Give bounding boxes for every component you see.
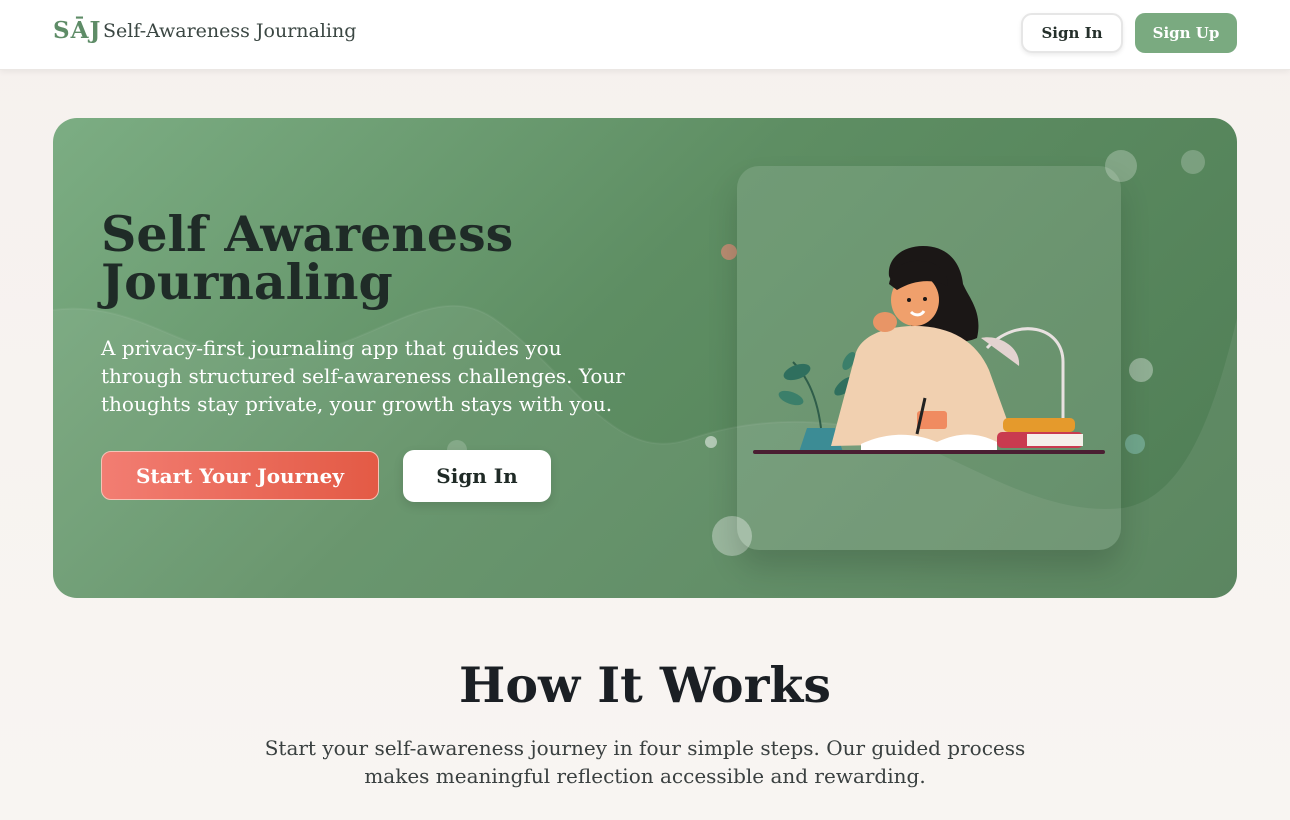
app-name: Self-Awareness Journaling xyxy=(103,20,357,42)
hero-sign-in-button[interactable]: Sign In xyxy=(403,450,551,502)
sign-up-button[interactable]: Sign Up xyxy=(1135,13,1237,53)
logo[interactable]: SĀJ xyxy=(53,17,101,44)
hero-description: A privacy-first journaling app that guid… xyxy=(101,336,625,416)
how-it-works-description: Start your self-awareness journey in fou… xyxy=(264,736,1026,788)
top-navbar: SĀJ Self-Awareness Journaling Sign In Si… xyxy=(0,0,1290,70)
hero-section: Self Awareness Journaling A privacy-firs… xyxy=(53,118,1237,598)
illustration-card xyxy=(737,166,1121,550)
decorative-bubble xyxy=(721,244,737,260)
hero-title: Self Awareness Journaling xyxy=(101,205,514,311)
decorative-bubble xyxy=(1125,434,1145,454)
sign-in-button[interactable]: Sign In xyxy=(1021,13,1123,53)
decorative-bubble xyxy=(705,436,717,448)
decorative-bubble xyxy=(1181,150,1205,174)
how-it-works-title: How It Works xyxy=(459,656,831,714)
woman-writing-journal-illustration xyxy=(753,246,1105,454)
start-journey-button[interactable]: Start Your Journey xyxy=(101,451,379,500)
decorative-bubble xyxy=(447,440,467,460)
decorative-bubble xyxy=(1129,358,1153,382)
